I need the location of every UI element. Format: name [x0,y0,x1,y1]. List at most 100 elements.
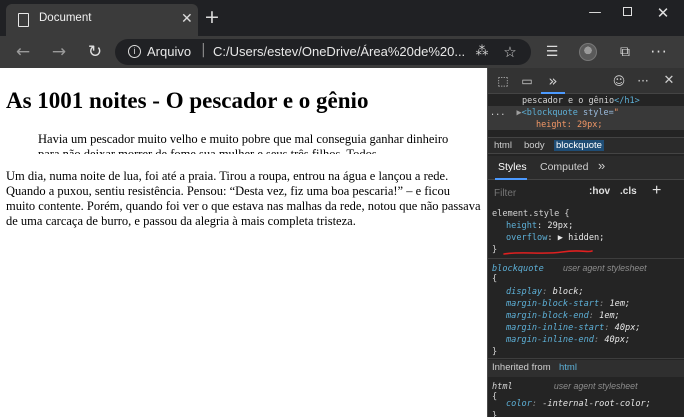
val-height[interactable]: 29px; [547,221,573,231]
prop-value: 1em; [609,299,631,309]
dom-line-style-value: height: 29px; [536,119,603,131]
story-paragraph: Um dia, numa noite de lua, foi até a pra… [6,169,481,228]
device-emulation-icon[interactable]: ▭ [518,72,536,90]
maximize-icon [622,7,632,16]
tab-styles[interactable]: Styles [498,161,527,173]
blockquote-text: Havia um pescador muito velho e muito po… [38,132,449,154]
prop-name: margin-inline-end [506,335,594,345]
info-icon[interactable]: i [128,45,141,58]
more-panels-icon[interactable]: » [544,72,562,90]
breadcrumb-html[interactable]: html [492,140,514,151]
element-style-height[interactable]: height: 29px; [506,220,573,232]
prop-name: margin-block-start [506,299,600,309]
star-icon[interactable]: ☆ [501,43,519,61]
avatar [579,43,597,61]
dom-ellipsis: ... [490,108,506,118]
prop-value: 40px; [604,335,631,345]
red-annotation-underline [503,250,593,255]
prop-value: -internal-root-color; [542,399,651,409]
browser-toolbar: ← → ↻ i Arquivo | C:/Users/estev/OneDriv… [0,36,684,68]
class-toggle-button[interactable]: .cls [620,186,637,197]
inherited-label: Inherited from [492,362,551,373]
dom-heading-text: pescador e o gênio [522,96,615,106]
read-aloud-icon[interactable]: ⁂ [473,43,491,61]
blockquote-prop-margin-block-start: margin-block-start: 1em; [506,299,631,309]
feedback-icon[interactable]: ☺ [610,72,628,90]
tab-computed[interactable]: Computed [540,161,588,173]
prop-overflow: overflow [506,233,548,243]
dom-line-blockquote[interactable]: ... ▶<blockquote style=" [490,107,619,119]
tab-bar: Document ✕ + — ✕ [0,0,684,36]
devtools-more-icon[interactable]: ··· [634,72,652,90]
html-rule-close: } [492,411,498,417]
prop-value: 40px; [614,323,641,333]
devtools-toolbar: ⬚ ▭ » ☺ ··· ✕ [488,68,684,94]
dom-style-value: height: 29px; [536,120,603,130]
url-text[interactable]: C:/Users/estev/OneDrive/Área%20de%20... [213,44,465,59]
element-style-close: } [492,245,498,255]
prop-value: 1em; [599,311,620,321]
prop-name: margin-inline-start [506,323,605,333]
page-heading: As 1001 noites - O pescador e o gênio [6,88,369,113]
html-prop-color: color: -internal-root-color; [506,399,651,409]
blockquote-prop-margin-inline-end: margin-inline-end: 40px; [506,335,631,345]
tab-document[interactable]: Document ✕ [6,4,198,36]
dom-style-quote: " [613,108,619,118]
prop-name: color [506,399,532,409]
prop-value: block; [552,287,584,297]
collections-icon[interactable]: ⧉ [614,41,636,63]
prop-name: margin-block-end [506,311,589,321]
styles-subtabs: Styles Computed » [488,156,684,180]
tab-close-icon[interactable]: ✕ [181,11,193,27]
blockquote-rule-header: blockquote user agent stylesheet [492,262,647,275]
inherited-header: Inherited from html [488,360,684,377]
new-rule-icon[interactable]: + [652,182,661,200]
back-icon[interactable]: ← [10,40,36,64]
blockquote-rule-close: } [492,347,498,357]
prop-name: display [506,287,543,297]
url-scheme-label: Arquivo [147,44,192,59]
blockquote-rule-open: { [492,274,498,284]
html-rule-header: html user agent stylesheet [492,380,638,393]
styles-filter-bar: :hov .cls + [488,181,684,205]
ua-stylesheet-label: user agent stylesheet [562,263,647,273]
dom-blockquote-tag: <blockquote [521,108,578,118]
hover-state-button[interactable]: :hov [589,186,610,197]
close-window-button[interactable]: ✕ [648,3,678,23]
profile-icon[interactable] [577,41,599,63]
devtools-close-icon[interactable]: ✕ [660,72,678,90]
more-subtabs-icon[interactable]: » [598,158,605,173]
html-rule-open: { [492,392,498,402]
element-style-overflow[interactable]: overflow: ▶ hidden; [506,232,604,244]
overflow-arrow-icon[interactable]: ▶ [558,233,563,243]
forward-icon[interactable]: → [46,40,72,64]
ua-stylesheet-label: user agent stylesheet [553,381,638,391]
dom-h1-close-tag: </h1> [614,96,640,106]
blockquote-prop-margin-inline-start: margin-inline-start: 40px; [506,323,641,333]
rule-divider [488,358,684,359]
filter-input[interactable] [494,186,574,200]
minimize-button[interactable]: — [580,3,610,23]
rule-divider [488,258,684,259]
address-bar[interactable]: i Arquivo | C:/Users/estev/OneDrive/Área… [115,39,531,65]
dom-style-attr: style= [577,108,614,118]
breadcrumb: html body blockquote [488,137,684,154]
val-overflow[interactable]: hidden; [568,233,604,243]
breadcrumb-body[interactable]: body [522,140,547,151]
inherited-from-link[interactable]: html [559,362,577,373]
maximize-button[interactable] [612,3,642,23]
dom-line-heading: pescador e o gênio</h1> [522,95,640,107]
document-icon [18,13,29,27]
blockquote-selector: blockquote [492,264,544,274]
url-separator: | [201,42,206,58]
page-viewport: As 1001 noites - O pescador e o gênio Ha… [0,68,487,417]
dom-tree: pescador e o gênio</h1> ... ▶<blockquote… [488,94,684,138]
element-style-selector: element.style { [492,209,570,219]
refresh-icon[interactable]: ↻ [82,40,108,64]
favorites-icon[interactable]: ☰ [541,41,563,63]
breadcrumb-blockquote[interactable]: blockquote [554,140,604,151]
more-icon[interactable]: ··· [648,41,670,63]
inspect-element-icon[interactable]: ⬚ [494,72,512,90]
new-tab-button[interactable]: + [204,7,220,27]
devtools-panel: ⬚ ▭ » ☺ ··· ✕ pescador e o gênio</h1> ..… [487,68,684,417]
